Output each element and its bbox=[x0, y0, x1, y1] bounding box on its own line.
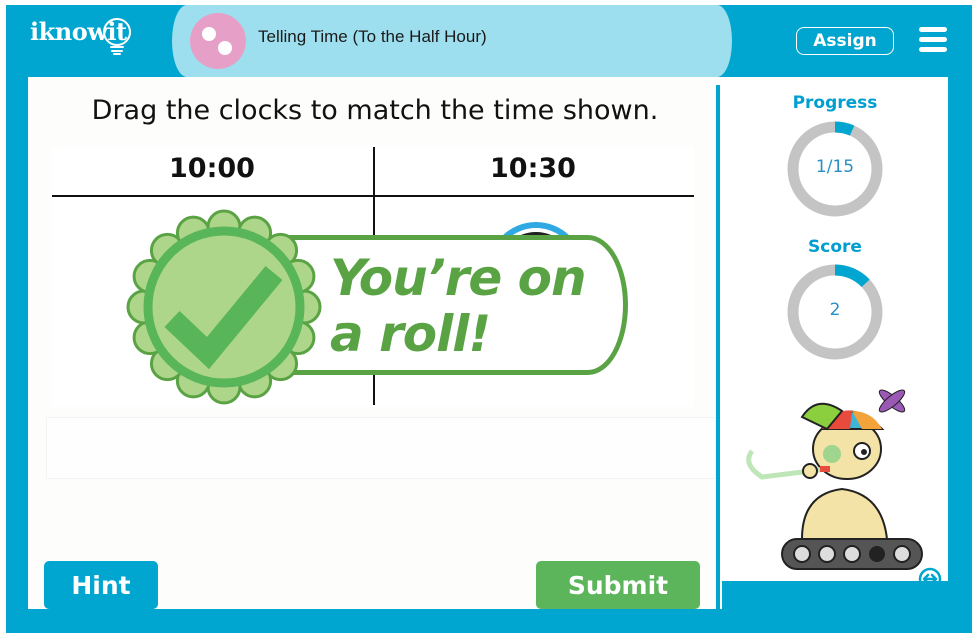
progress-value: 1/15 bbox=[815, 157, 855, 177]
activity-panel: Drag the clocks to match the time shown.… bbox=[28, 77, 722, 609]
score-value: 2 bbox=[829, 300, 841, 320]
sidebar: Progress 1/15 Score 2 bbox=[722, 77, 948, 591]
feedback-line-1: You’re on bbox=[330, 249, 587, 307]
progress-ring: 1/15 bbox=[785, 119, 885, 219]
lightbulb-icon bbox=[103, 18, 131, 55]
checkmark-seal-icon bbox=[126, 209, 322, 405]
hamburger-menu-icon[interactable] bbox=[919, 27, 947, 53]
robot-mascot-image bbox=[746, 389, 923, 570]
feedback-line-2: a roll! bbox=[330, 305, 491, 363]
two-dots-icon bbox=[190, 13, 246, 69]
topic-title-bar: Telling Time (To the Half Hour) bbox=[172, 5, 732, 77]
submit-button[interactable]: Submit bbox=[536, 561, 700, 609]
column-header-1000: 10:00 bbox=[169, 153, 255, 184]
clock-tray[interactable] bbox=[46, 417, 716, 479]
assign-button[interactable]: Assign bbox=[796, 27, 894, 55]
score-ring: 2 bbox=[785, 262, 885, 362]
swap-horizontal-icon[interactable] bbox=[918, 567, 942, 591]
feedback-overlay: You’re on a roll! bbox=[124, 207, 634, 407]
progress-label: Progress bbox=[792, 93, 878, 113]
hint-button[interactable]: Hint bbox=[44, 561, 158, 609]
sidebar-divider bbox=[716, 85, 720, 609]
column-header-1030: 10:30 bbox=[490, 153, 576, 184]
instruction-text: Drag the clocks to match the time shown. bbox=[91, 95, 659, 126]
app-frame: iknowit Telling Time (To the Half Hour) … bbox=[6, 5, 972, 633]
top-bar: iknowit Telling Time (To the Half Hour) … bbox=[6, 5, 972, 77]
feedback-message: You’re on a roll! bbox=[330, 249, 587, 363]
score-label: Score bbox=[808, 237, 862, 257]
activity-title: Telling Time (To the Half Hour) bbox=[258, 27, 487, 46]
